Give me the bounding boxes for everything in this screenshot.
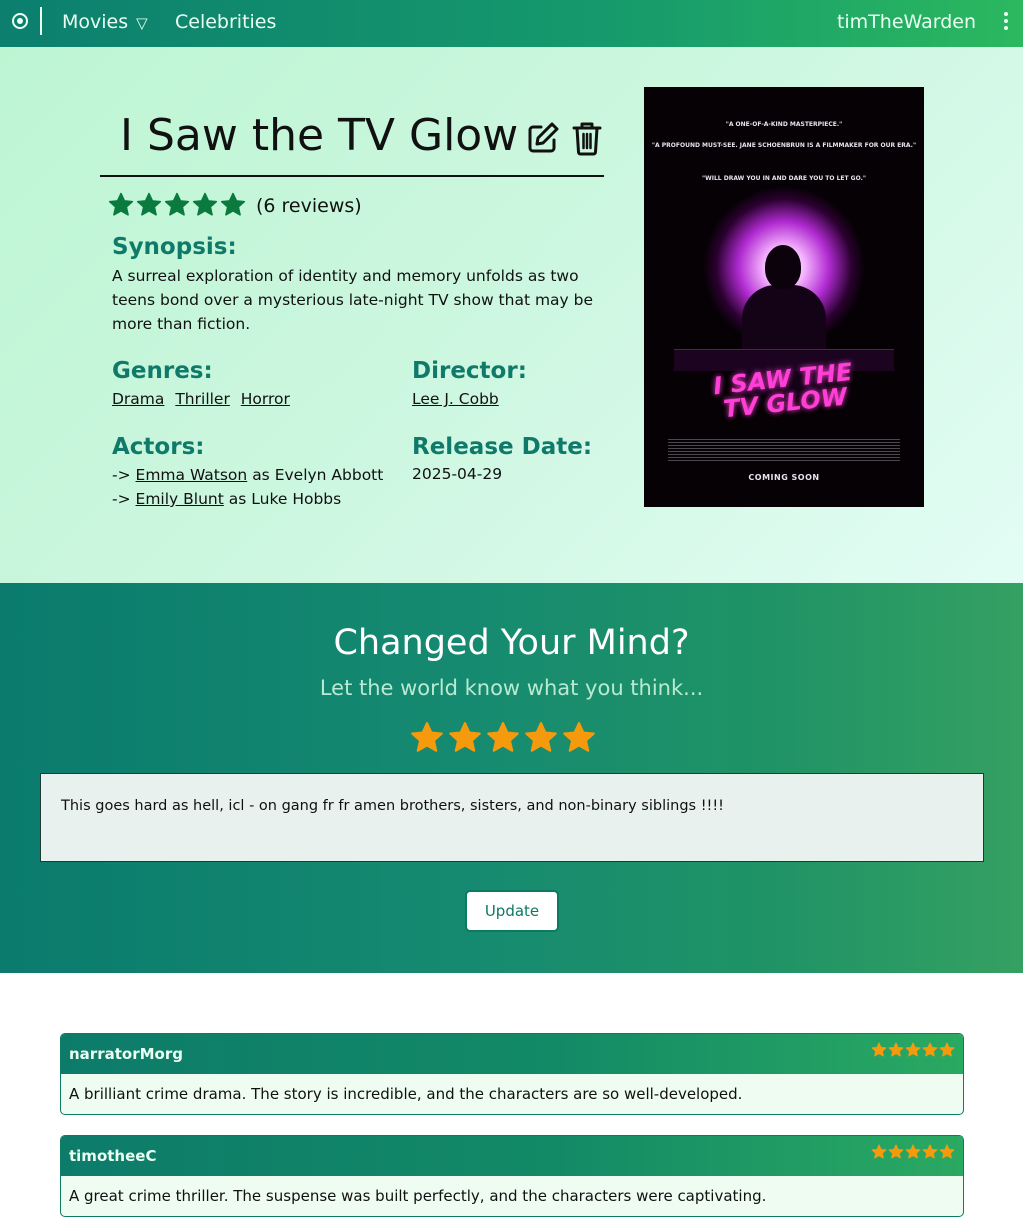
review-form-subtitle: Let the world know what you think... <box>319 676 704 700</box>
genres-list: Drama Thriller Horror <box>112 390 296 408</box>
release-date: 2025-04-29 <box>412 465 503 483</box>
title-bar: I Saw the TV Glow <box>100 107 604 177</box>
nav-movies-dropdown[interactable]: Movies ▽ <box>62 11 148 33</box>
review-username: narratorMorg <box>69 1045 183 1063</box>
star-icon <box>192 192 218 216</box>
star-icon <box>220 192 246 216</box>
edit-icon[interactable] <box>526 121 560 155</box>
triangle-down-icon: ▽ <box>136 14 148 32</box>
kebab-menu-icon[interactable] <box>1003 12 1009 32</box>
star-icon[interactable] <box>524 721 558 755</box>
actor-arrow: -> <box>112 490 131 508</box>
review-stars <box>870 1144 955 1160</box>
actor-role: as Luke Hobbs <box>228 490 342 508</box>
poster-figure-head <box>765 245 801 289</box>
movie-poster: "A ONE-OF-A-KIND MASTERPIECE." "A PROFOU… <box>644 87 924 507</box>
star-icon <box>922 1042 938 1057</box>
actors-heading: Actors: <box>112 434 205 460</box>
movie-title: I Saw the TV Glow <box>120 110 519 161</box>
star-icon[interactable] <box>410 721 444 755</box>
poster-quote: "WILL DRAW YOU IN AND DARE YOU TO LET GO… <box>702 175 866 182</box>
star-icon <box>888 1144 904 1159</box>
review-form-title: Changed Your Mind? <box>333 623 690 663</box>
update-button[interactable]: Update <box>465 890 559 932</box>
star-icon[interactable] <box>562 721 596 755</box>
star-icon <box>922 1144 938 1159</box>
star-icon <box>136 192 162 216</box>
genre-link[interactable]: Horror <box>241 390 290 408</box>
trash-icon[interactable] <box>571 120 603 156</box>
username-link[interactable]: timTheWarden <box>837 11 976 33</box>
actor-role: as Evelyn Abbott <box>252 466 384 484</box>
poster-coming-soon: COMING SOON <box>748 473 820 482</box>
genre-link[interactable]: Thriller <box>175 390 230 408</box>
actors-list: -> Emma Watson as Evelyn Abbott -> Emily… <box>112 463 383 511</box>
review-star-rating[interactable] <box>410 721 620 755</box>
review-card: narratorMorg A brilliant crime drama. Th… <box>60 1033 964 1115</box>
genres-heading: Genres: <box>112 358 213 384</box>
actor-row: -> Emily Blunt as Luke Hobbs <box>112 487 383 511</box>
synopsis-text: A surreal exploration of identity and me… <box>112 267 594 333</box>
star-icon <box>905 1042 921 1057</box>
rating-stars <box>108 192 248 216</box>
poster-quote: "A PROFOUND MUST-SEE. JANE SCHOENBRUN IS… <box>651 142 917 149</box>
review-text: A great crime thriller. The suspense was… <box>69 1187 767 1205</box>
actor-link[interactable]: Emily Blunt <box>136 490 224 508</box>
movie-rating: (6 reviews) <box>108 192 362 220</box>
review-card: timotheeC A great crime thriller. The su… <box>60 1135 964 1217</box>
poster-quote: "A ONE-OF-A-KIND MASTERPIECE." <box>725 121 843 128</box>
star-icon <box>871 1144 887 1159</box>
review-stars <box>870 1042 955 1058</box>
star-icon <box>939 1042 955 1057</box>
actor-arrow: -> <box>112 466 131 484</box>
star-icon <box>164 192 190 216</box>
movie-details-section: I Saw the TV Glow (6 reviews) Synopsis: … <box>0 47 1023 583</box>
actor-link[interactable]: Emma Watson <box>136 466 248 484</box>
star-icon <box>939 1144 955 1159</box>
review-form-section: Changed Your Mind? Let the world know wh… <box>0 583 1023 973</box>
actor-row: -> Emma Watson as Evelyn Abbott <box>112 463 383 487</box>
synopsis-heading: Synopsis: <box>112 234 237 260</box>
target-icon[interactable] <box>12 13 28 29</box>
nav-celebrities-link[interactable]: Celebrities <box>175 11 276 33</box>
top-navbar: Movies ▽ Celebrities timTheWarden <box>0 0 1023 47</box>
star-icon <box>108 192 134 216</box>
review-username: timotheeC <box>69 1147 157 1165</box>
review-text: A brilliant crime drama. The story is in… <box>69 1085 743 1103</box>
reviews-count: (6 reviews) <box>256 195 362 217</box>
review-card-header: timotheeC <box>61 1136 963 1176</box>
star-icon[interactable] <box>448 721 482 755</box>
poster-credits <box>668 439 900 461</box>
nav-divider <box>40 7 42 35</box>
star-icon[interactable] <box>486 721 520 755</box>
director-heading: Director: <box>412 358 527 384</box>
release-date-heading: Release Date: <box>412 434 593 460</box>
star-icon <box>888 1042 904 1057</box>
star-icon <box>905 1144 921 1159</box>
review-textarea[interactable]: This goes hard as hell, icl - on gang fr… <box>40 773 984 862</box>
star-icon <box>871 1042 887 1057</box>
review-card-header: narratorMorg <box>61 1034 963 1074</box>
genre-link[interactable]: Drama <box>112 390 164 408</box>
director-link[interactable]: Lee J. Cobb <box>412 390 499 408</box>
nav-movies-label: Movies <box>62 11 129 33</box>
